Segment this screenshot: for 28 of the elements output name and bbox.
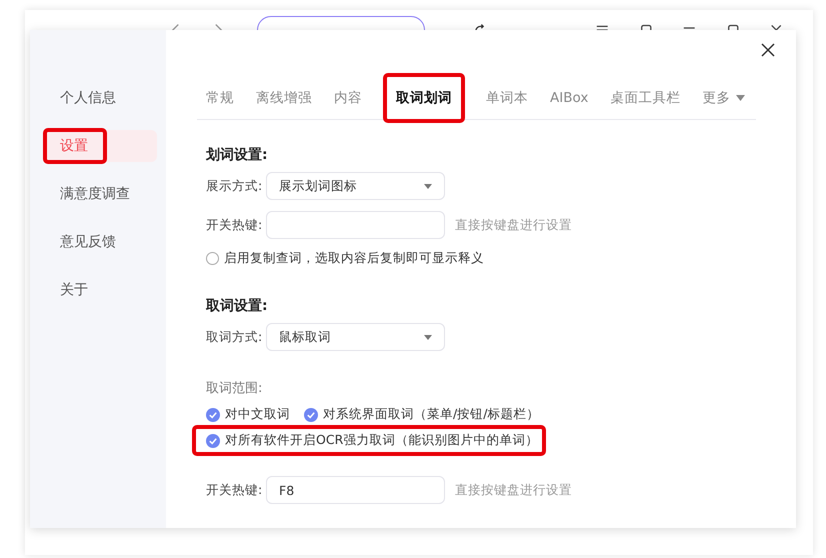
tab[interactable]: 取词划词 bbox=[396, 85, 452, 111]
tab[interactable]: 离线增强 bbox=[256, 85, 312, 111]
sidebar-item[interactable]: 满意度调查 bbox=[45, 178, 157, 210]
hotkey-field[interactable]: F8 bbox=[266, 476, 445, 504]
tab[interactable]: AIBox bbox=[550, 86, 588, 110]
field-label: 展示方式: bbox=[206, 178, 264, 194]
section-title: 划词设置: bbox=[206, 146, 269, 164]
field-label: 开关热键: bbox=[206, 482, 264, 498]
field-label: 开关热键: bbox=[206, 216, 264, 234]
tab[interactable]: 常规 bbox=[206, 85, 234, 111]
pick-mode-dropdown[interactable]: 鼠标取词 bbox=[266, 323, 445, 351]
field-label: 取词方式: bbox=[206, 328, 264, 346]
option-label: 启用复制查词，选取内容后复制即可显示释义 bbox=[224, 250, 484, 267]
display-mode-dropdown[interactable]: 展示划词图标 bbox=[266, 172, 445, 200]
tab[interactable]: 桌面工具栏 bbox=[610, 85, 680, 111]
option-label: 对所有软件开启OCR强力取词（能识别图片中的单词） bbox=[225, 432, 538, 449]
tab[interactable]: 内容 bbox=[334, 85, 362, 111]
sidebar-item[interactable]: 关于 bbox=[45, 274, 157, 306]
option-label: 对系统界面取词（菜单/按钮/标题栏） bbox=[323, 406, 540, 423]
option-label: 对中文取词 bbox=[225, 406, 290, 423]
hint-text: 直接按键盘进行设置 bbox=[455, 482, 572, 498]
field-label: 取词范围: bbox=[206, 380, 264, 397]
hint-text: 直接按键盘进行设置 bbox=[455, 216, 572, 234]
tab[interactable]: 单词本 bbox=[486, 85, 528, 111]
section-title: 取词设置: bbox=[206, 297, 269, 315]
sidebar-item[interactable]: 个人信息 bbox=[45, 82, 157, 114]
tab[interactable]: 更多 bbox=[702, 85, 746, 111]
sidebar-item[interactable]: 意见反馈 bbox=[45, 226, 157, 258]
